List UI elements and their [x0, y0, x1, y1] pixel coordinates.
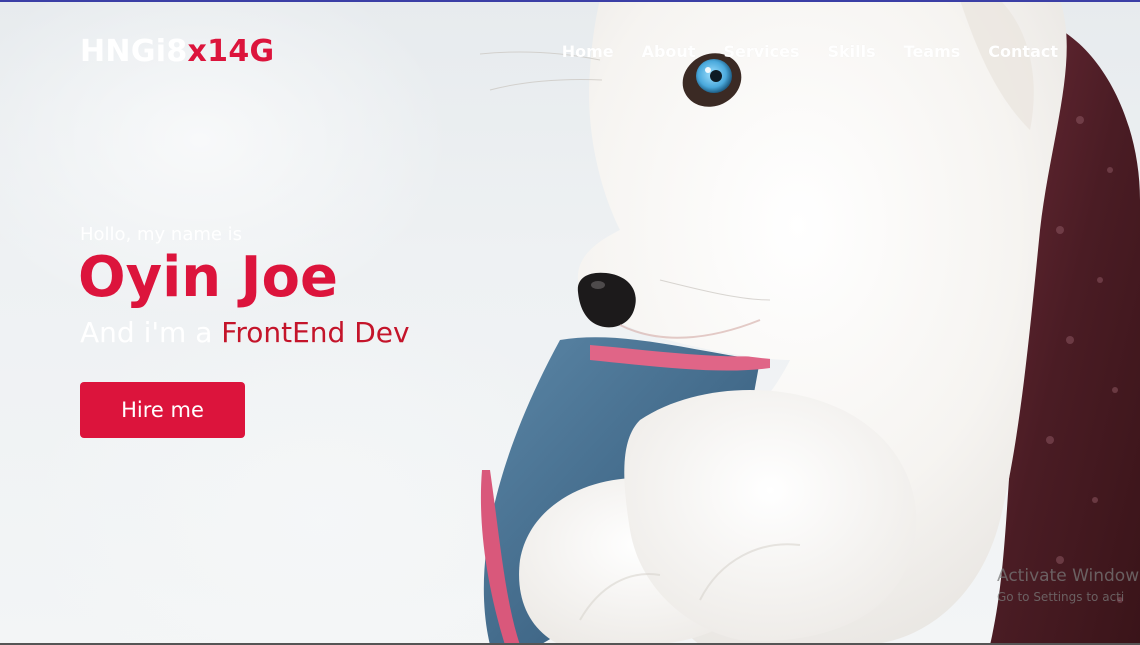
- hero-greeting: Hollo, my name is: [80, 224, 243, 245]
- nav-link-teams[interactable]: Teams: [904, 42, 961, 61]
- nav-link-skills[interactable]: Skills: [828, 42, 876, 61]
- hero-name: Oyin Joe: [78, 245, 338, 310]
- hero-role: And i'm a FrontEnd Dev: [80, 316, 410, 349]
- nav-link-services[interactable]: Services: [723, 42, 799, 61]
- window-top-border: [0, 0, 1140, 2]
- activate-windows-watermark: Activate Window Go to Settings to acti: [997, 566, 1139, 604]
- hero-role-prefix: And i'm a: [80, 315, 222, 349]
- brand-accent-text: x14G: [187, 34, 275, 69]
- brand-logo[interactable]: HNGi8x14G: [80, 34, 274, 69]
- nav-link-contact[interactable]: Contact: [988, 42, 1058, 61]
- nav-link-home[interactable]: Home: [562, 42, 614, 61]
- main-nav: Home About Services Skills Teams Contact: [562, 42, 1058, 61]
- watermark-subtitle: Go to Settings to acti: [997, 590, 1125, 604]
- portfolio-page: HNGi8x14G Home About Services Skills Tea…: [0, 0, 1140, 645]
- nav-link-about[interactable]: About: [642, 42, 696, 61]
- hero-role-accent: FrontEnd Dev: [221, 315, 410, 349]
- hero-text-block: Hollo, my name is Oyin Joe And i'm a Fro…: [78, 224, 410, 349]
- brand-main-text: HNGi8: [80, 34, 188, 69]
- watermark-title: Activate Window: [997, 566, 1140, 586]
- hire-me-button[interactable]: Hire me: [80, 382, 245, 438]
